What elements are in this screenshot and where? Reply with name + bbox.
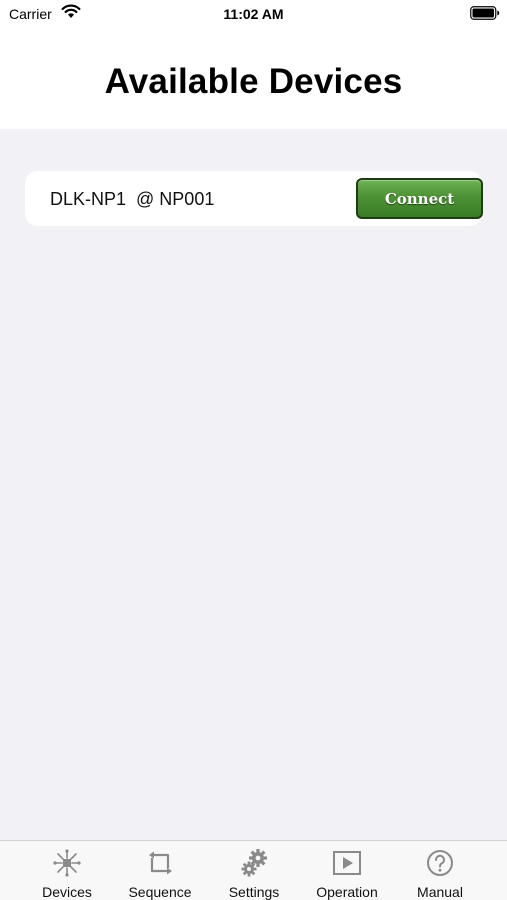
device-name: DLK-NP1 @ NP001 [50,189,215,209]
tab-label: Sequence [128,884,192,900]
status-time: 11:02 AM [223,6,284,22]
connect-button[interactable]: Connect [356,178,483,219]
sequence-icon [149,851,172,875]
gears-icon [241,849,267,877]
devices-icon [53,849,81,877]
tab-operation[interactable]: Operation [297,841,397,900]
device-row: DLK-NP1 @ NP001 Connect [25,171,483,226]
tab-sequence[interactable]: Sequence [110,841,210,900]
battery-icon [470,6,500,20]
connect-button-label: Connect [384,189,455,208]
page-title: Available Devices [104,62,403,101]
tab-settings[interactable]: Settings [204,841,304,900]
tab-bar: Devices Sequence Settings Operation Manu… [0,840,507,900]
help-icon [427,850,453,876]
nav-header: Available Devices [0,30,507,129]
status-bar: Carrier 11:02 AM [0,0,507,30]
play-icon [333,851,361,875]
screen: Carrier 11:02 AM Available Devices DLK-N… [0,0,507,900]
tab-label: Devices [42,884,92,900]
tab-label: Settings [228,884,280,900]
device-list: DLK-NP1 @ NP001 Connect [25,171,483,226]
tab-label: Manual [417,884,463,900]
tab-manual[interactable]: Manual [390,841,490,900]
tab-label: Operation [316,884,378,900]
tab-devices[interactable]: Devices [17,841,117,900]
